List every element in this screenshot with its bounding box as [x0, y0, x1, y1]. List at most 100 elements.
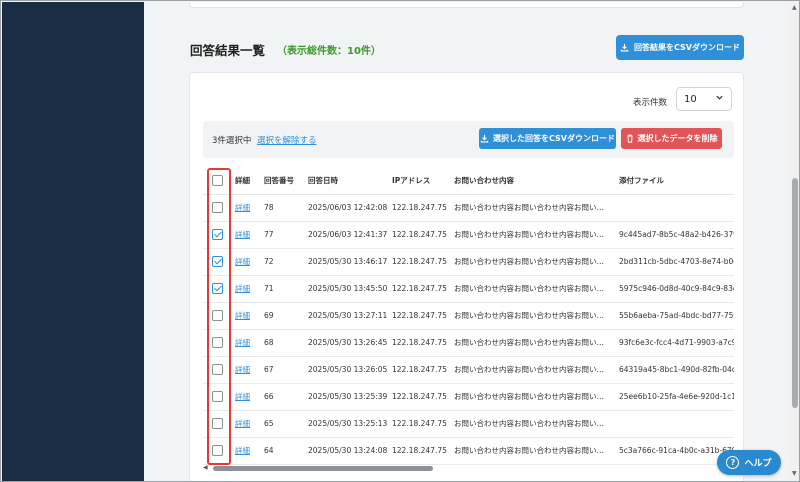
cell-number: 65 [259, 410, 303, 438]
clear-selection-link[interactable]: 選択を解除する [257, 134, 317, 146]
cell-file [614, 410, 734, 438]
table-row: 詳細 78 2025/06/03 12:42:08 122.18.247.75 お問い合… [203, 194, 734, 222]
scroll-left-icon[interactable]: ◀ [203, 464, 208, 471]
per-page-select[interactable]: 10 [676, 87, 732, 111]
cell-ip: 122.18.247.75 [387, 356, 449, 384]
header-select-all[interactable] [203, 168, 230, 195]
row-checkbox[interactable] [212, 283, 223, 294]
delete-selected-label: 選択したデータを削除 [637, 134, 718, 143]
cell-date: 2025/05/30 13:26:05 [303, 356, 387, 384]
total-count-label: （表示総件数：10件） [277, 46, 381, 57]
table-row: 詳細 72 2025/05/30 13:46:17 122.18.247.75 お問い合… [203, 248, 734, 276]
detail-link[interactable]: 詳細 [235, 446, 250, 455]
scroll-up-icon[interactable]: ▲ [792, 4, 797, 11]
cell-number: 69 [259, 302, 303, 330]
cell-file: 93fc6e3c-fcc4-4d71-9903-a7c9f5 [614, 329, 734, 357]
cell-content: お問い合わせ内容お問い合わせ内容お問い… [449, 248, 614, 276]
vertical-scrollbar[interactable]: ▲ ▼ [790, 2, 799, 481]
row-checkbox[interactable] [212, 364, 223, 375]
row-select-cell[interactable] [203, 302, 230, 330]
vertical-scroll-thumb[interactable] [792, 178, 798, 408]
row-checkbox[interactable] [212, 418, 223, 429]
cell-content: お問い合わせ内容お問い合わせ内容お問い… [449, 194, 614, 222]
detail-link[interactable]: 詳細 [235, 419, 250, 428]
per-page-value: 10 [684, 93, 697, 105]
cell-content: お問い合わせ内容お問い合わせ内容お問い… [449, 383, 614, 411]
row-select-cell[interactable] [203, 329, 230, 357]
page-title: 回答結果一覧 [190, 43, 266, 58]
results-table-container[interactable]: 詳細 回答番号 回答日時 IPアドレス お問い合わせ内容 添付ファイル 詳細 78… [203, 168, 734, 468]
table-row: 詳細 71 2025/05/30 13:45:50 122.18.247.75 お問い合… [203, 275, 734, 303]
download-icon [480, 134, 489, 143]
cell-number: 66 [259, 383, 303, 411]
detail-link[interactable]: 詳細 [235, 311, 250, 320]
detail-link[interactable]: 詳細 [235, 365, 250, 374]
detail-link[interactable]: 詳細 [235, 257, 250, 266]
row-select-cell[interactable] [203, 383, 230, 411]
row-select-cell[interactable] [203, 356, 230, 384]
cell-ip: 122.18.247.75 [387, 248, 449, 276]
cell-number: 64 [259, 437, 303, 465]
header-date: 回答日時 [303, 168, 387, 195]
select-all-checkbox[interactable] [212, 175, 223, 187]
row-checkbox[interactable] [212, 229, 223, 240]
row-select-cell[interactable] [203, 275, 230, 303]
table-row: 詳細 65 2025/05/30 13:25:13 122.18.247.75 お問い合… [203, 410, 734, 438]
cell-date: 2025/05/30 13:26:45 [303, 329, 387, 357]
help-label: ヘルプ [744, 459, 772, 469]
table-row: 詳細 77 2025/06/03 12:41:37 122.18.247.75 お問い合… [203, 221, 734, 249]
row-select-cell[interactable] [203, 221, 230, 249]
detail-link[interactable]: 詳細 [235, 203, 250, 212]
cell-number: 71 [259, 275, 303, 303]
cell-date: 2025/06/03 12:41:37 [303, 221, 387, 249]
scroll-down-icon[interactable]: ▼ [792, 470, 797, 477]
cell-date: 2025/05/30 13:25:13 [303, 410, 387, 438]
horizontal-scrollbar[interactable]: ◀ [203, 464, 734, 472]
window-frame: 回答結果一覧 （表示総件数：10件） 回答結果をCSVダウンロード 表示件数 1… [0, 0, 800, 482]
cell-content: お問い合わせ内容お問い合わせ内容お問い… [449, 275, 614, 303]
row-checkbox[interactable] [212, 337, 223, 348]
cell-ip: 122.18.247.75 [387, 194, 449, 222]
cell-number: 72 [259, 248, 303, 276]
cell-ip: 122.18.247.75 [387, 302, 449, 330]
help-button[interactable]: ? ヘルプ [717, 450, 781, 475]
cell-date: 2025/05/30 13:46:17 [303, 248, 387, 276]
table-row: 詳細 67 2025/05/30 13:26:05 122.18.247.75 お問い合… [203, 356, 734, 384]
row-checkbox[interactable] [212, 202, 223, 213]
detail-link[interactable]: 詳細 [235, 284, 250, 293]
header-ip: IPアドレス [387, 168, 449, 195]
row-checkbox[interactable] [212, 310, 223, 321]
detail-link[interactable]: 詳細 [235, 392, 250, 401]
cell-date: 2025/06/03 12:42:08 [303, 194, 387, 222]
delete-selected-button[interactable]: 選択したデータを削除 [621, 128, 722, 149]
row-select-cell[interactable] [203, 194, 230, 222]
per-page-label: 表示件数 [633, 98, 668, 108]
table-row: 詳細 68 2025/05/30 13:26:45 122.18.247.75 お問い合… [203, 329, 734, 357]
horizontal-scroll-thumb[interactable] [213, 466, 433, 471]
row-select-cell[interactable] [203, 437, 230, 465]
row-select-cell[interactable] [203, 410, 230, 438]
cell-ip: 122.18.247.75 [387, 275, 449, 303]
csv-download-all-button[interactable]: 回答結果をCSVダウンロード [616, 35, 744, 60]
cell-content: お問い合わせ内容お問い合わせ内容お問い… [449, 410, 614, 438]
csv-download-selected-label: 選択した回答をCSVダウンロード [493, 134, 615, 143]
csv-download-selected-button[interactable]: 選択した回答をCSVダウンロード [479, 128, 616, 149]
table-header-row: 詳細 回答番号 回答日時 IPアドレス お問い合わせ内容 添付ファイル [203, 168, 734, 195]
cell-ip: 122.18.247.75 [387, 410, 449, 438]
row-checkbox[interactable] [212, 256, 223, 267]
cell-number: 77 [259, 221, 303, 249]
row-checkbox[interactable] [212, 391, 223, 402]
cell-content: お問い合わせ内容お問い合わせ内容お問い… [449, 329, 614, 357]
cell-ip: 122.18.247.75 [387, 437, 449, 465]
detail-link[interactable]: 詳細 [235, 338, 250, 347]
cell-date: 2025/05/30 13:25:39 [303, 383, 387, 411]
table-row: 詳細 64 2025/05/30 13:24:08 122.18.247.75 お問い合… [203, 437, 734, 465]
cell-file: 55b6aeba-75ad-4bdc-bd77-759c [614, 302, 734, 330]
cell-file: 5c3a766c-91ca-4b0c-a31b-679b [614, 437, 734, 465]
detail-link[interactable]: 詳細 [235, 230, 250, 239]
header-detail: 詳細 [230, 168, 259, 195]
main-content: 回答結果一覧 （表示総件数：10件） 回答結果をCSVダウンロード 表示件数 1… [144, 2, 790, 481]
row-checkbox[interactable] [212, 445, 223, 456]
cell-date: 2025/05/30 13:27:11 [303, 302, 387, 330]
row-select-cell[interactable] [203, 248, 230, 276]
